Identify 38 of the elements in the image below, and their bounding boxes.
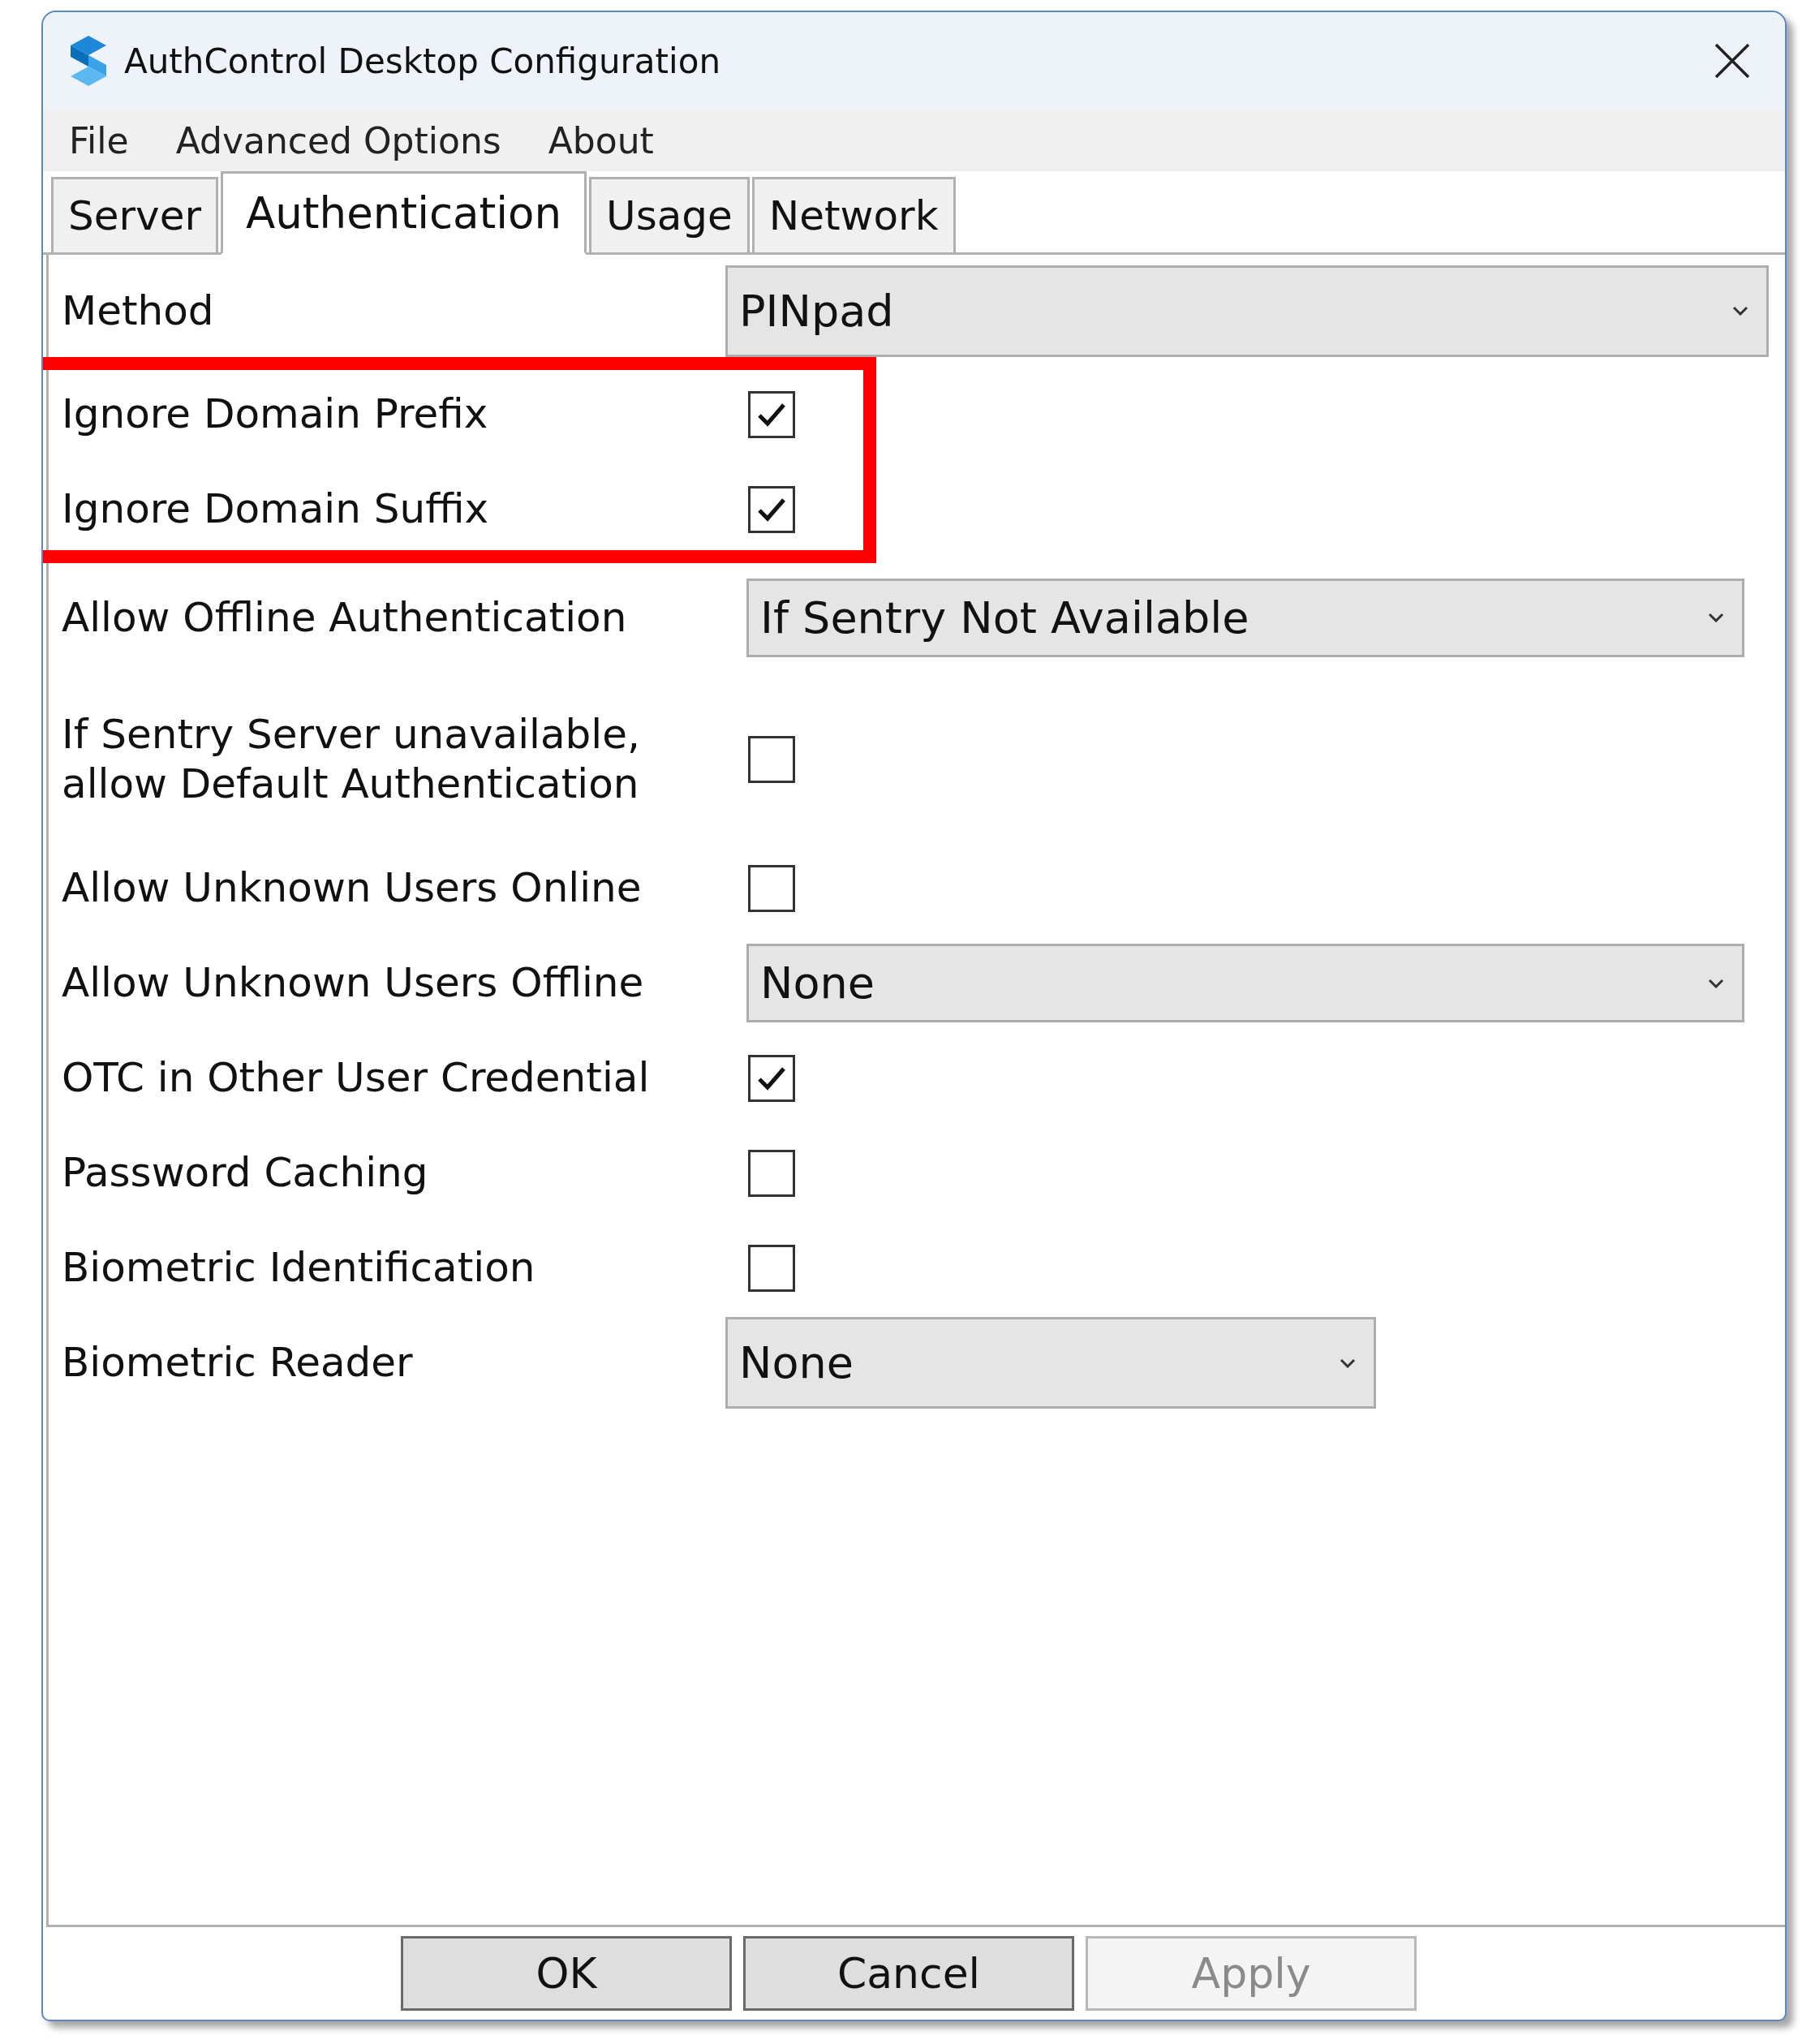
checkbox[interactable] — [748, 864, 795, 912]
field-label: Ignore Domain Suffix — [62, 484, 490, 534]
window-title: AuthControl Desktop Configuration — [124, 41, 721, 81]
checkbox[interactable] — [748, 1054, 795, 1102]
field-label: Allow Offline Authentication — [62, 592, 628, 643]
menu-item[interactable]: Advanced Options — [175, 119, 501, 161]
tab[interactable]: Server — [51, 177, 218, 252]
dropdown[interactable]: None — [725, 1317, 1376, 1409]
field-label: Allow Unknown Users Offline — [62, 958, 645, 1008]
dropdown[interactable]: PINpad — [725, 265, 1769, 357]
field-label: Method — [62, 286, 215, 336]
chevron-down-icon — [1708, 613, 1724, 622]
checkbox[interactable] — [748, 390, 795, 438]
menu-item[interactable]: About — [548, 119, 654, 161]
dialog-button[interactable]: OK — [401, 1936, 732, 2011]
checkbox[interactable] — [748, 736, 795, 783]
field-label: OTC in Other User Credential — [62, 1053, 651, 1103]
chevron-down-icon — [1732, 306, 1748, 316]
tab[interactable]: Authentication — [220, 171, 587, 255]
chevron-down-icon — [1708, 978, 1724, 988]
menu-item[interactable]: File — [69, 119, 129, 161]
checkbox[interactable] — [748, 1244, 795, 1292]
dialog-button[interactable]: Cancel — [743, 1936, 1074, 2011]
field-label: Biometric Reader — [62, 1338, 414, 1388]
chevron-down-icon — [1340, 1358, 1356, 1368]
field-label: If Sentry Server unavailable, allow Default Authentication — [62, 710, 641, 809]
dropdown[interactable]: If Sentry Not Available — [746, 578, 1744, 657]
checkbox[interactable] — [748, 485, 795, 533]
checkbox[interactable] — [748, 1149, 795, 1197]
field-label: Password Caching — [62, 1148, 429, 1198]
field-label: Ignore Domain Prefix — [62, 389, 489, 439]
field-label: Biometric Identification — [62, 1243, 536, 1293]
dropdown[interactable]: None — [746, 944, 1744, 1022]
close-icon — [1714, 43, 1750, 79]
field-label: Allow Unknown Users Online — [62, 863, 643, 913]
tab[interactable]: Usage — [589, 177, 750, 252]
logo-icon — [71, 36, 106, 86]
tab[interactable]: Network — [751, 177, 956, 252]
